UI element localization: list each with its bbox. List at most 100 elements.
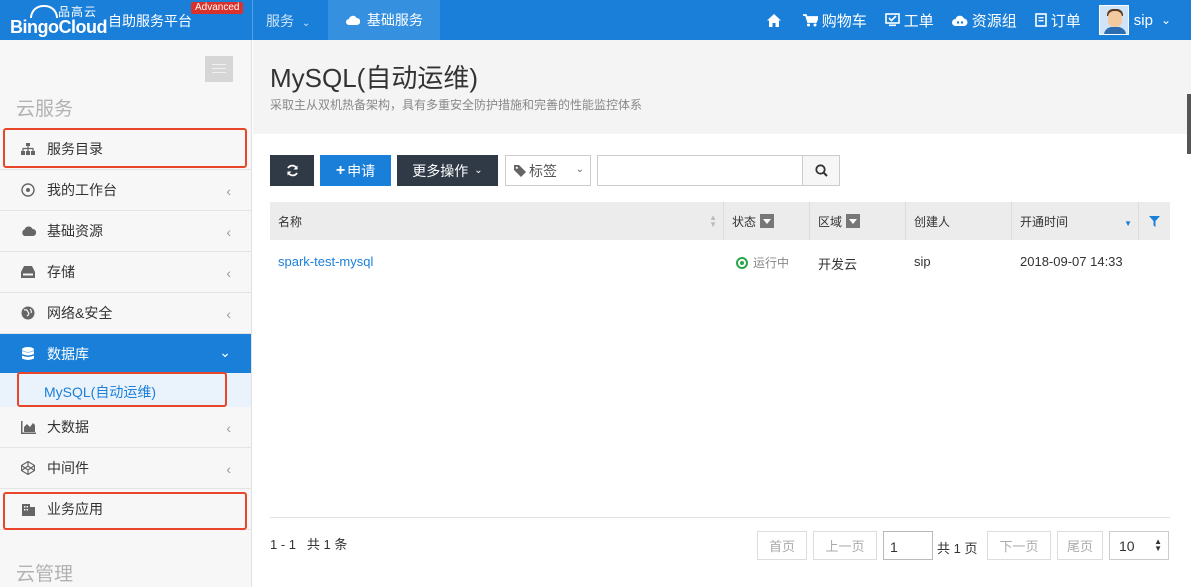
sidebar-item-storage[interactable]: 存储 ‹ <box>0 252 251 293</box>
order-link[interactable]: 订单 <box>1034 10 1081 31</box>
nav-right-group: 购物车 工单 资源组 订单 sip ⌄ <box>749 0 1171 40</box>
plus-icon: + <box>335 161 346 179</box>
sidebar-item-label: 大数据 <box>47 419 89 435</box>
cloud-group-icon <box>951 15 968 26</box>
instance-name-link[interactable]: spark-test-mysql <box>278 254 373 269</box>
search-button[interactable] <box>802 155 840 186</box>
apply-label: 申请 <box>347 162 376 179</box>
main-content: MySQL(自动运维) 采取主从双机热备架构，具有多重安全防护措施和完善的性能监… <box>253 40 1191 587</box>
user-menu[interactable]: sip ⌄ <box>1098 5 1171 35</box>
page-number-input[interactable]: 1 <box>883 531 933 560</box>
chevron-down-icon: ⌄ <box>301 18 311 29</box>
table-row: spark-test-mysql 运行中 开发云 sip 2018-09-07 … <box>270 240 1170 282</box>
sidebar-item-label: 数据库 <box>47 346 89 362</box>
tag-select[interactable]: 标签 ⌄ <box>505 155 591 186</box>
cart-link[interactable]: 购物车 <box>802 10 867 31</box>
codepen-icon <box>20 460 36 476</box>
page-title: MySQL(自动运维) <box>270 63 479 93</box>
apply-button[interactable]: + 申请 <box>320 155 391 186</box>
bingocloud-logo[interactable]: 品高云 BingoCloud <box>8 3 107 37</box>
chart-area-icon <box>20 419 36 435</box>
nav-basic-label: 基础服务 <box>366 12 423 28</box>
page-subtitle: 采取主从双机热备架构，具有多重安全防护措施和完善的性能监控体系 <box>270 98 643 112</box>
sort-icon: ▲ ▼ <box>709 213 717 229</box>
first-page-button[interactable]: 首页 <box>757 531 807 560</box>
nav-services-menu[interactable]: 服务 ⌄ <box>266 11 310 31</box>
running-status-icon <box>736 256 748 269</box>
sidebar-item-big-data[interactable]: 大数据 ‹ <box>0 407 251 448</box>
globe-icon <box>20 305 36 321</box>
record-total: 共 1 条 <box>306 537 348 552</box>
highlight-box <box>3 492 247 530</box>
resource-group-link[interactable]: 资源组 <box>951 10 1017 31</box>
highlight-box <box>17 372 227 407</box>
chevron-down-icon: ⌄ <box>219 344 231 360</box>
avatar <box>1098 5 1129 35</box>
tag-select-label: 标签 <box>529 162 557 179</box>
dropdown-filter-icon[interactable] <box>846 214 861 228</box>
home-link[interactable] <box>766 13 785 27</box>
refresh-button[interactable] <box>270 155 314 186</box>
sidebar-item-middleware[interactable]: 中间件 ‹ <box>0 448 251 489</box>
home-icon <box>766 13 781 27</box>
top-navbar: 品高云 BingoCloud 自助服务平台 Advanced 服务 ⌄ 基础服务… <box>0 0 1191 40</box>
column-header-status[interactable]: 状态 <box>723 202 809 240</box>
resource-group-label: 资源组 <box>971 12 1017 30</box>
dropdown-filter-icon[interactable] <box>760 214 775 228</box>
more-actions-button[interactable]: 更多操作 ⌄ <box>397 155 498 186</box>
nav-basic-services-tab[interactable]: 基础服务 <box>328 0 440 40</box>
table-header: 名称 ▲ ▼ 状态 区域 创建人 开通时间 ▼ <box>270 202 1170 240</box>
search-input[interactable] <box>597 155 803 186</box>
next-page-button[interactable]: 下一页 <box>987 531 1051 560</box>
sidebar-item-label: 我的工作台 <box>47 182 117 198</box>
nav-services-label: 服务 <box>266 13 294 29</box>
filter-icon <box>1149 215 1160 227</box>
sidebar-item-workbench[interactable]: 我的工作台 ‹ <box>0 170 251 211</box>
total-pages: 共 1 页 <box>937 541 978 556</box>
column-header-name[interactable]: 名称 ▲ ▼ <box>270 202 723 240</box>
refresh-icon <box>286 164 298 177</box>
spinner-arrows-icon: ▲ ▼ <box>1154 537 1162 553</box>
column-header-time[interactable]: 开通时间 ▼ <box>1011 202 1138 240</box>
record-range: 1 - 1 <box>270 537 297 552</box>
section-cloud-service: 云服务 <box>16 99 74 120</box>
ticket-icon <box>884 13 900 27</box>
section-cloud-manage: 云管理 <box>16 564 74 585</box>
column-header-creator[interactable]: 创建人 <box>905 202 1011 240</box>
column-label: 名称 <box>278 214 303 229</box>
ticket-link[interactable]: 工单 <box>884 10 934 31</box>
filter-button[interactable] <box>1138 202 1170 240</box>
order-label: 订单 <box>1050 12 1081 30</box>
status-cell: 运行中 <box>736 254 789 271</box>
scrollbar[interactable] <box>1187 94 1191 154</box>
cart-icon <box>802 13 818 26</box>
chevron-left-icon: ‹ <box>226 224 231 240</box>
nav-divider <box>252 0 253 40</box>
search-icon <box>814 164 828 177</box>
column-header-region[interactable]: 区域 <box>809 202 905 240</box>
sidebar-item-database[interactable]: 数据库 ⌄ <box>0 334 251 375</box>
advanced-badge: Advanced <box>191 2 244 14</box>
storage-icon <box>20 264 36 280</box>
chevron-left-icon: ‹ <box>226 306 231 322</box>
chevron-left-icon: ‹ <box>226 183 231 199</box>
dashboard-icon <box>20 182 36 198</box>
more-actions-label: 更多操作 <box>412 162 469 179</box>
column-label: 开通时间 <box>1020 214 1069 229</box>
creator-cell: sip <box>914 254 931 269</box>
sidebar-item-label: 网络&安全 <box>47 305 113 321</box>
sidebar-item-label: 基础资源 <box>47 223 103 239</box>
time-cell: 2018-09-07 14:33 <box>1020 254 1123 269</box>
sidebar: 云服务 服务目录 我的工作台 ‹ 基础资源 ‹ 存储 ‹ 网络&安全 ‹ 数据库… <box>0 40 252 587</box>
record-count: 1 - 1 共 1 条 <box>270 534 347 553</box>
sidebar-item-basic-resources[interactable]: 基础资源 ‹ <box>0 211 251 252</box>
page-size-select[interactable]: 10 ▲ ▼ <box>1109 531 1169 560</box>
page-header: MySQL(自动运维) 采取主从双机热备架构，具有多重安全防护措施和完善的性能监… <box>253 40 1191 134</box>
cart-label: 购物车 <box>821 12 867 30</box>
prev-page-button[interactable]: 上一页 <box>813 531 877 560</box>
footer-divider <box>270 517 1170 518</box>
sidebar-item-network-security[interactable]: 网络&安全 ‹ <box>0 293 251 334</box>
last-page-button[interactable]: 尾页 <box>1057 531 1103 560</box>
user-name: sip <box>1133 11 1153 29</box>
sidebar-toggle-button[interactable] <box>205 56 233 82</box>
